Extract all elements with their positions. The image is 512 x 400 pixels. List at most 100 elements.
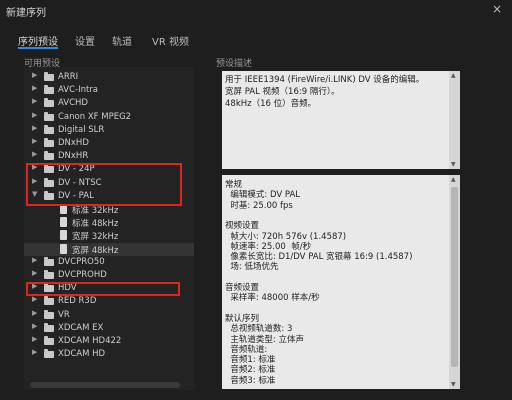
tree-item-label: DV - NTSC bbox=[58, 177, 102, 188]
chevron-right-icon[interactable]: ▶ bbox=[32, 97, 37, 105]
tree-folder-item[interactable]: ▶ DNxHD bbox=[24, 137, 194, 150]
info-line: 编辑模式: DV PAL bbox=[225, 190, 301, 201]
info-line: 音频设置 bbox=[225, 283, 260, 293]
tree-item-label: DV - PAL bbox=[58, 190, 94, 201]
tree-preset-item[interactable]: 宽屏 48kHz bbox=[24, 242, 194, 256]
tree-folder-item[interactable]: ▶ Digital SLR bbox=[24, 124, 194, 137]
tree-folder-item[interactable]: ▶ HDV bbox=[24, 282, 194, 295]
chevron-right-icon[interactable]: ▶ bbox=[32, 163, 37, 171]
info-line: 采样率: 48000 样本/秒 bbox=[225, 293, 320, 304]
folder-icon bbox=[44, 151, 54, 161]
tree-preset-item[interactable]: 标准 48kHz bbox=[24, 216, 194, 229]
folder-icon bbox=[44, 98, 54, 108]
info-line: 音频1: 标准 bbox=[225, 355, 276, 366]
tree-folder-item[interactable]: ▶ DV - 24P bbox=[24, 163, 194, 176]
description-scrollbar[interactable]: ▲ ▼ bbox=[449, 71, 460, 169]
preset-tree[interactable]: ▶ ARRI ▶ AVC-Intra ▶ AVCHD ▶ Canon XF MPEG2 ▶ Dig… bbox=[24, 67, 194, 390]
chevron-right-icon[interactable]: ▶ bbox=[32, 282, 37, 290]
chevron-right-icon[interactable]: ▶ bbox=[32, 295, 37, 303]
tree-item-label: RED R3D bbox=[58, 296, 97, 307]
tree-item-label: XDCAM HD422 bbox=[58, 336, 122, 346]
description-line: 48kHz（16 位）音频。 bbox=[225, 99, 317, 109]
tree-folder-item[interactable]: ▶ XDCAM HD bbox=[24, 348, 194, 361]
chevron-right-icon[interactable]: ▶ bbox=[32, 124, 37, 132]
chevron-right-icon[interactable]: ▶ bbox=[32, 256, 37, 264]
description-line: 宽屏 PAL 视频（16:9 隔行）。 bbox=[225, 87, 340, 97]
folder-icon bbox=[44, 124, 54, 134]
chevron-right-icon[interactable]: ▶ bbox=[32, 348, 37, 356]
sequence-info-box: 音频3: 标准 音频2: 标准 音频1: 标准 音频轨道: 主轨道类型: 立体声… bbox=[222, 175, 460, 389]
tree-folder-item[interactable]: ▶ DVCPROHD bbox=[24, 269, 194, 282]
tree-item-label: 标准 32kHz bbox=[72, 206, 119, 216]
folder-icon bbox=[44, 72, 54, 81]
tree-item-label: DNxHD bbox=[58, 138, 89, 148]
tree-folder-item[interactable]: ▶ AVC-Intra bbox=[24, 84, 194, 97]
folder-icon bbox=[44, 283, 54, 293]
info-line: 总视频轨道数: 3 bbox=[225, 324, 293, 335]
tab-vr-video[interactable]: VR 视频 bbox=[152, 33, 189, 48]
tree-item-label: Canon XF MPEG2 bbox=[58, 111, 132, 122]
preset-file-icon bbox=[60, 217, 67, 228]
info-line: 默认序列 bbox=[225, 313, 260, 324]
chevron-right-icon[interactable]: ▶ bbox=[32, 269, 37, 277]
chevron-right-icon[interactable]: ▶ bbox=[32, 71, 37, 79]
tree-horizontal-scrollbar[interactable] bbox=[30, 382, 180, 388]
tree-folder-item[interactable]: ▶ Canon XF MPEG2 bbox=[24, 111, 194, 124]
tree-preset-item[interactable]: 标准 32kHz bbox=[24, 203, 194, 216]
tree-folder-item[interactable]: ▶ DVCPRO50 bbox=[24, 256, 194, 269]
tree-item-label: XDCAM HD bbox=[58, 349, 106, 360]
info-line: 音频轨道: bbox=[225, 344, 268, 355]
folder-icon bbox=[44, 336, 54, 345]
title-bar: 新建序列 × bbox=[0, 0, 512, 20]
tree-item-label: ARRI bbox=[58, 72, 79, 82]
tree-item-label: HDV bbox=[58, 283, 77, 294]
info-line: 视频设置 bbox=[225, 221, 260, 232]
scrollbar-thumb[interactable] bbox=[451, 187, 458, 367]
chevron-right-icon[interactable]: ▶ bbox=[32, 322, 37, 330]
tree-folder-item[interactable]: ▶ XDCAM EX bbox=[24, 322, 194, 335]
tab-sequence-presets[interactable]: 序列预设 bbox=[18, 33, 58, 49]
scroll-down-icon[interactable]: ▼ bbox=[451, 381, 456, 388]
chevron-right-icon[interactable]: ▶ bbox=[32, 137, 37, 145]
preset-file-icon bbox=[60, 204, 67, 214]
scroll-up-icon[interactable]: ▲ bbox=[451, 176, 456, 183]
folder-icon bbox=[44, 296, 54, 306]
tree-folder-item[interactable]: ▶ VR bbox=[24, 309, 194, 322]
info-line: 主轨道类型: 立体声 bbox=[225, 334, 304, 345]
chevron-right-icon[interactable]: ▶ bbox=[32, 177, 37, 185]
chevron-right-icon[interactable]: ▶ bbox=[32, 335, 37, 343]
chevron-right-icon[interactable]: ▶ bbox=[32, 84, 37, 92]
tree-folder-item[interactable]: ▶ RED R3D bbox=[24, 295, 194, 308]
chevron-right-icon[interactable]: ▶ bbox=[32, 309, 37, 317]
tree-item-label: AVC-Intra bbox=[58, 85, 99, 96]
tree-folder-item[interactable]: ▶ DNxHR bbox=[24, 150, 194, 163]
info-line: 常规 bbox=[225, 180, 243, 190]
tree-folder-item[interactable]: ▶ XDCAM HD422 bbox=[24, 335, 194, 348]
tree-folder-item[interactable]: ▼ DV - PAL bbox=[24, 190, 194, 203]
tab-settings[interactable]: 设置 bbox=[75, 33, 95, 48]
chevron-right-icon[interactable]: ▶ bbox=[32, 111, 37, 119]
close-icon[interactable]: × bbox=[492, 2, 502, 16]
chevron-down-icon[interactable]: ▼ bbox=[32, 190, 37, 198]
folder-icon bbox=[44, 138, 54, 147]
folder-icon bbox=[44, 270, 54, 279]
info-scrollbar[interactable]: ▲ ▼ bbox=[449, 175, 460, 389]
folder-icon bbox=[44, 349, 54, 359]
description-line: 用于 IEEE1394 (FireWire/i.LINK) DV 设备的编辑。 bbox=[225, 75, 425, 85]
tree-folder-item[interactable]: ▶ AVCHD bbox=[24, 97, 194, 110]
tree-preset-item[interactable]: 宽屏 32kHz bbox=[24, 229, 194, 242]
folder-icon bbox=[44, 190, 54, 200]
tab-tracks[interactable]: 轨道 bbox=[112, 33, 132, 48]
scroll-up-icon[interactable]: ▲ bbox=[451, 72, 456, 79]
preset-description-label: 预设描述 bbox=[216, 59, 253, 69]
tree-folder-item[interactable]: ▶ DV - NTSC bbox=[24, 177, 194, 190]
tree-item-label: XDCAM EX bbox=[58, 322, 104, 333]
folder-icon bbox=[44, 164, 54, 174]
tree-item-label: VR bbox=[58, 309, 70, 320]
tree-item-label: DV - 24P bbox=[58, 164, 95, 175]
tree-folder-item[interactable]: ▶ ARRI bbox=[24, 71, 194, 84]
window-title: 新建序列 bbox=[6, 8, 46, 19]
info-line: 音频2: 标准 bbox=[225, 365, 276, 376]
chevron-right-icon[interactable]: ▶ bbox=[32, 150, 37, 158]
scroll-down-icon[interactable]: ▼ bbox=[451, 161, 456, 168]
